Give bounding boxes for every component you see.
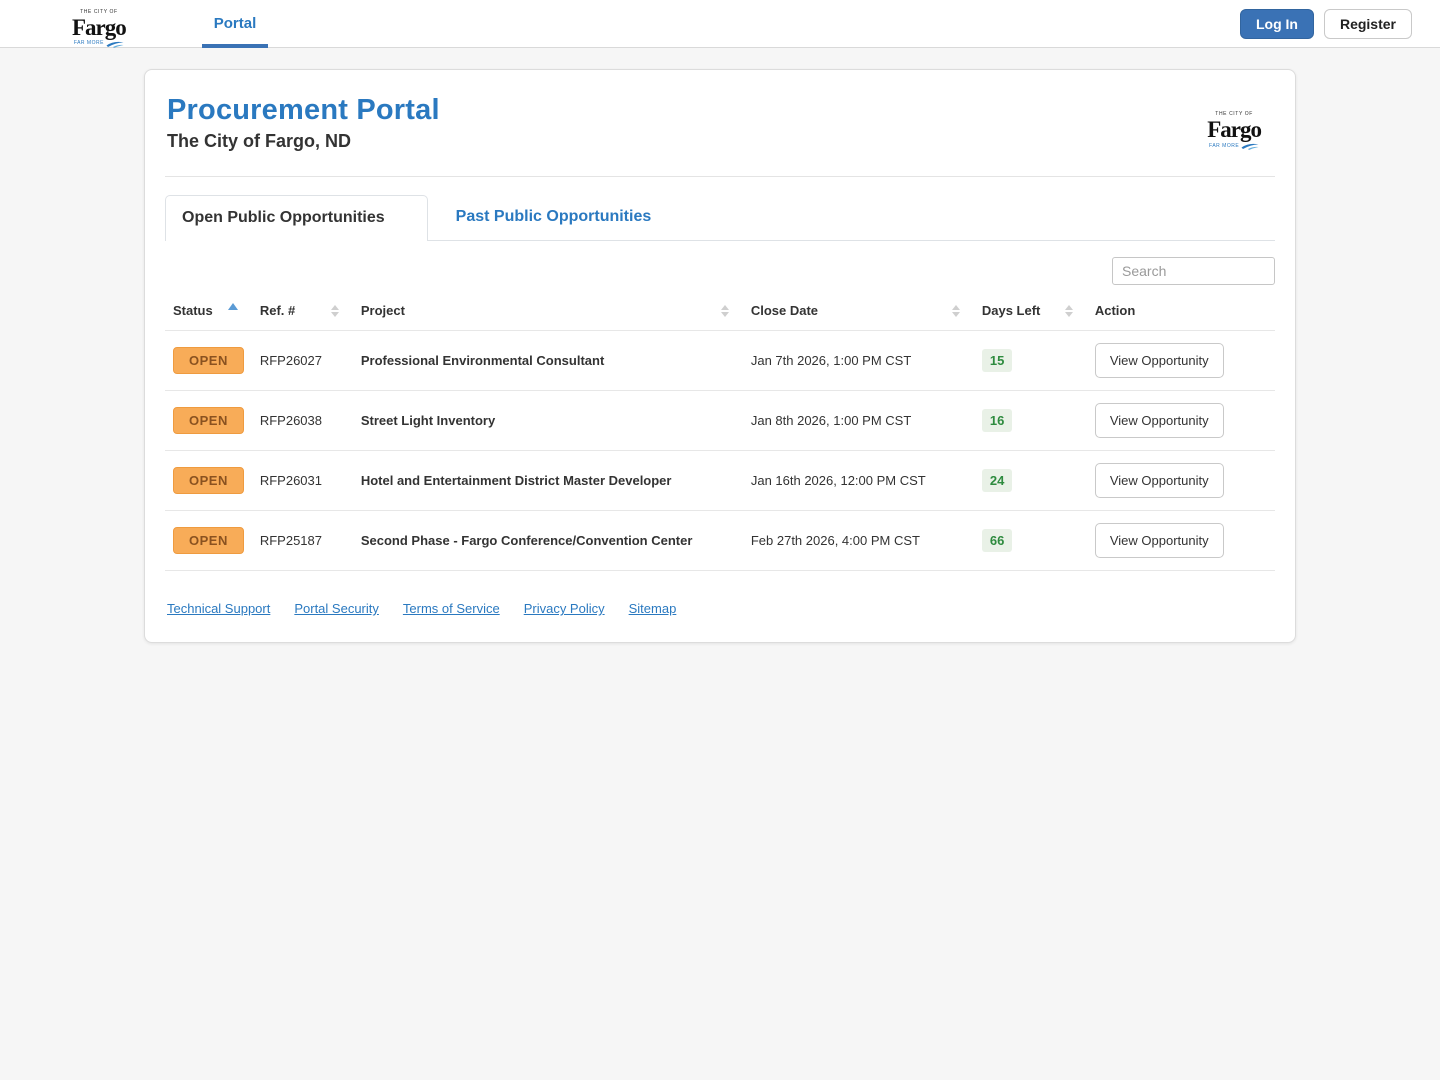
top-navigation: THE CITY OF Fargo FAR MORE Portal Log In… [0, 0, 1440, 48]
table-header-row: Status Ref. # Project Close Date Days Le… [165, 293, 1275, 331]
sort-icon [330, 304, 339, 317]
link-technical-support[interactable]: Technical Support [167, 601, 270, 616]
link-portal-security[interactable]: Portal Security [294, 601, 379, 616]
search-row [165, 257, 1275, 285]
project-name: Professional Environmental Consultant [360, 353, 605, 368]
login-button[interactable]: Log In [1239, 8, 1314, 39]
status-badge: OPEN [173, 467, 244, 494]
project-name: Street Light Inventory [360, 413, 496, 428]
tab-past-public-opportunities[interactable]: Past Public Opportunities [428, 195, 680, 240]
status-badge: OPEN [173, 527, 244, 554]
nav-item-portal-label: Portal [213, 15, 257, 32]
logo-swoosh-icon [1241, 143, 1259, 150]
main-content: Procurement Portal The City of Fargo, ND… [0, 69, 1440, 643]
days-left-badge: 24 [981, 469, 1013, 492]
ref-number: RFP26027 [259, 353, 322, 368]
logo-swoosh-icon [106, 41, 124, 48]
logo-main-text: Fargo [1207, 117, 1262, 142]
table-row: OPEN RFP26038 Street Light Inventory Jan… [165, 390, 1275, 451]
sort-icon [951, 304, 960, 317]
status-badge: OPEN [173, 347, 244, 374]
nav-item-portal[interactable]: Portal [201, 0, 269, 48]
project-name: Hotel and Entertainment District Master … [360, 473, 672, 488]
column-header-status[interactable]: Status [165, 293, 252, 331]
ref-number: RFP26038 [259, 413, 322, 428]
logo-tagline-text: FAR MORE [73, 40, 104, 46]
close-date: Jan 8th 2026, 1:00 PM CST [750, 413, 912, 428]
link-sitemap[interactable]: Sitemap [629, 601, 677, 616]
column-header-action: Action [1094, 303, 1136, 318]
card-brand: THE CITY OF Fargo FAR MORE [1207, 102, 1262, 150]
procurement-portal-card: Procurement Portal The City of Fargo, ND… [144, 69, 1296, 643]
days-left-badge: 66 [981, 529, 1013, 552]
sort-icon [720, 304, 729, 317]
header-divider [165, 176, 1275, 177]
view-opportunity-button[interactable]: View Opportunity [1094, 463, 1224, 498]
days-left-badge: 15 [981, 349, 1013, 372]
nav-items: Portal [201, 0, 269, 48]
tab-open-public-opportunities[interactable]: Open Public Opportunities [165, 195, 428, 241]
footer-links: Technical Support Portal Security Terms … [165, 601, 1275, 616]
column-header-days-left[interactable]: Days Left [974, 293, 1087, 331]
page-title: Procurement Portal [167, 94, 440, 126]
page-subtitle: The City of Fargo, ND [167, 131, 351, 151]
link-privacy-policy[interactable]: Privacy Policy [524, 601, 605, 616]
close-date: Jan 16th 2026, 12:00 PM CST [750, 473, 926, 488]
column-header-project[interactable]: Project [353, 293, 743, 331]
nav-brand[interactable]: THE CITY OF Fargo FAR MORE [72, 0, 127, 48]
link-terms-of-service[interactable]: Terms of Service [403, 601, 500, 616]
close-date: Feb 27th 2026, 4:00 PM CST [750, 533, 920, 548]
logo-top-text: THE CITY OF [80, 8, 118, 15]
table-row: OPEN RFP26027 Professional Environmental… [165, 330, 1275, 391]
table-row: OPEN RFP25187 Second Phase - Fargo Confe… [165, 510, 1275, 571]
nav-active-underline [201, 43, 269, 48]
days-left-badge: 16 [981, 409, 1013, 432]
fargo-logo: THE CITY OF Fargo FAR MORE [72, 8, 127, 48]
sort-icon [1064, 304, 1073, 317]
logo-tagline-text: FAR MORE [1209, 142, 1240, 149]
sort-ascending-icon [227, 303, 238, 310]
view-opportunity-button[interactable]: View Opportunity [1094, 523, 1224, 558]
view-opportunity-button[interactable]: View Opportunity [1094, 403, 1224, 438]
fargo-logo: THE CITY OF Fargo FAR MORE [1207, 112, 1262, 150]
opportunities-tbody: OPEN RFP26027 Professional Environmental… [165, 330, 1275, 571]
ref-number: RFP25187 [259, 533, 322, 548]
opportunities-table: Status Ref. # Project Close Date Days Le… [165, 293, 1275, 571]
ref-number: RFP26031 [259, 473, 322, 488]
view-opportunity-button[interactable]: View Opportunity [1094, 343, 1224, 378]
tabs: Open Public Opportunities Past Public Op… [165, 195, 1275, 241]
card-header: Procurement Portal The City of Fargo, ND… [165, 94, 1275, 152]
status-badge: OPEN [173, 407, 244, 434]
project-name: Second Phase - Fargo Conference/Conventi… [360, 533, 693, 548]
column-header-ref[interactable]: Ref. # [252, 293, 353, 331]
search-input[interactable] [1112, 257, 1275, 285]
register-button[interactable]: Register [1323, 8, 1412, 39]
close-date: Jan 7th 2026, 1:00 PM CST [750, 353, 912, 368]
table-row: OPEN RFP26031 Hotel and Entertainment Di… [165, 450, 1275, 511]
auth-buttons: Log In Register [1239, 8, 1412, 39]
column-header-close-date[interactable]: Close Date [743, 293, 974, 331]
logo-main-text: Fargo [72, 14, 127, 40]
